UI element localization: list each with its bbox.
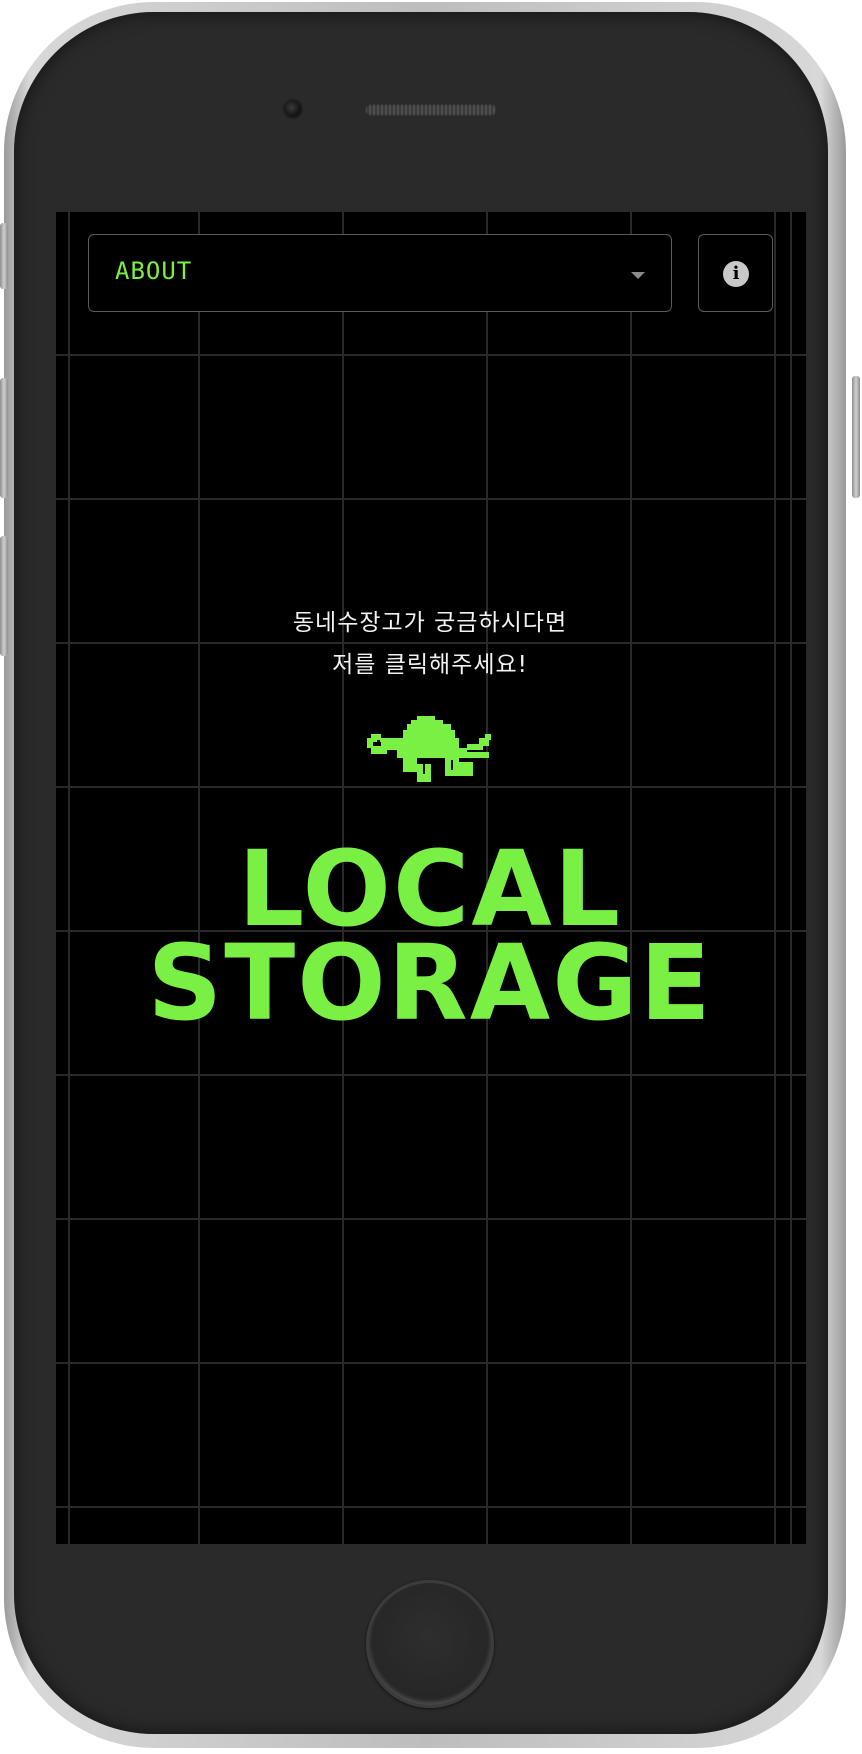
menu-select-value: ABOUT [115,257,193,285]
earpiece-speaker [365,104,497,116]
info-button[interactable]: i [698,234,773,312]
mute-switch [0,223,8,289]
hint-line-1: 동네수장고가 궁금하시다면 [292,610,568,636]
chevron-down-icon [631,272,645,279]
brand-title-line-2: STORAGE [147,922,713,1044]
front-camera [285,101,301,117]
hint-line-2: 저를 클릭해주세요! [332,652,528,678]
volume-down-button [0,536,8,656]
home-button[interactable] [366,1580,494,1708]
menu-select[interactable]: ABOUT [88,234,672,312]
power-button [852,376,860,498]
hint-text: 동네수장고가 궁금하시다면 저를 클릭해주세요! [54,602,806,686]
brand-title[interactable]: LOCAL STORAGE [54,837,806,1044]
volume-up-button [0,378,8,498]
app-screen: ABOUT i 동네수장고가 궁금하시다면 저를 클릭해주세요! LOCAL S… [54,210,806,1544]
turtle-link[interactable] [367,712,499,784]
info-icon: i [723,261,749,287]
turtle-pixel-icon [367,716,491,782]
